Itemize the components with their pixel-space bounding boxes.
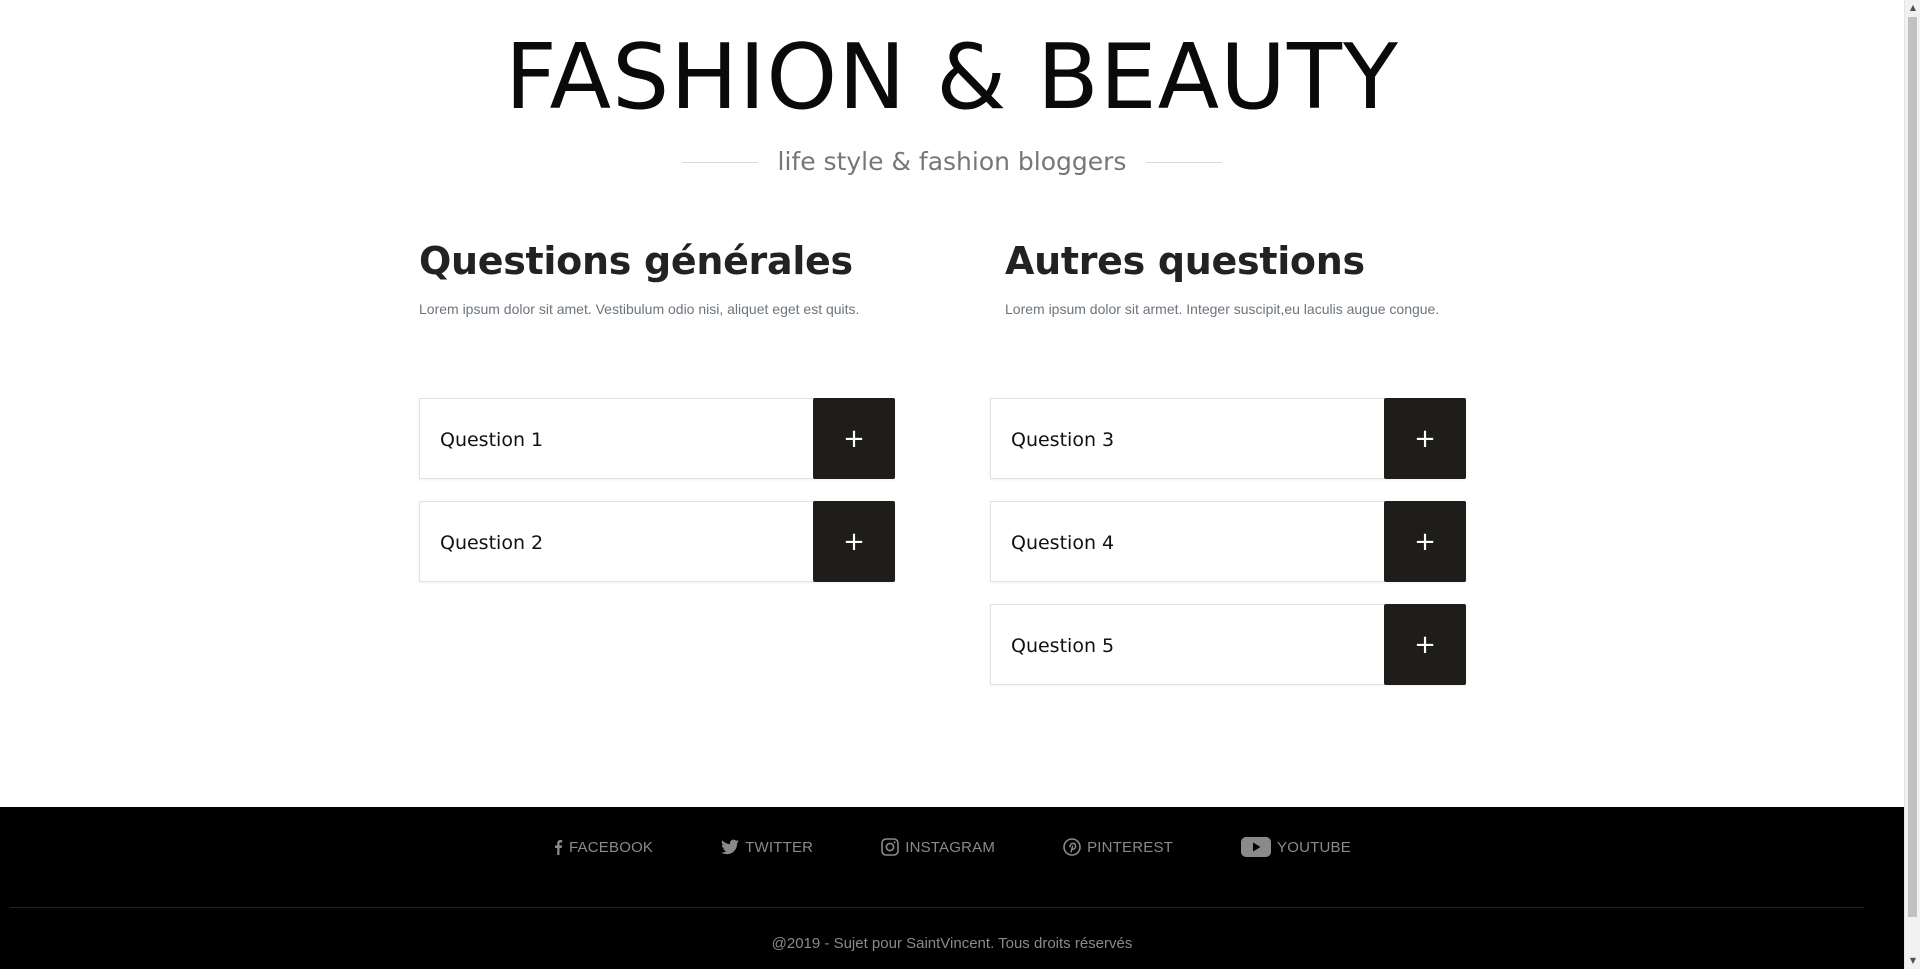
page: FASHION & BEAUTY life style & fashion bl… <box>0 0 1904 969</box>
footer: FACEBOOK TWITTER INSTAGRAM PINTEREST YOU… <box>0 807 1904 969</box>
social-label: PINTEREST <box>1087 838 1174 856</box>
faq-item-question-3[interactable]: Question 3 + <box>990 398 1466 479</box>
site-title: FASHION & BEAUTY <box>505 25 1399 130</box>
faq-question-label: Question 1 <box>440 428 544 451</box>
faq-item-question-5[interactable]: Question 5 + <box>990 604 1466 685</box>
social-link-pinterest[interactable]: PINTEREST <box>1063 837 1173 857</box>
social-label: TWITTER <box>745 838 814 856</box>
section-title: Autres questions <box>1005 239 1365 283</box>
plus-icon: + <box>1414 423 1436 454</box>
social-links: FACEBOOK TWITTER INSTAGRAM PINTEREST YOU… <box>0 837 1904 857</box>
scroll-up-arrow-icon[interactable]: ▲ <box>1905 0 1920 16</box>
youtube-icon <box>1241 837 1272 857</box>
section-title: Questions générales <box>419 239 853 283</box>
social-label: FACEBOOK <box>569 838 654 856</box>
copyright-text: @2019 - Sujet pour SaintVincent. Tous dr… <box>771 935 1133 952</box>
faq-item-question-2[interactable]: Question 2 + <box>419 501 895 582</box>
social-link-youtube[interactable]: YOUTUBE <box>1241 837 1351 857</box>
section-description: Lorem ipsum dolor sit amet. Vestibulum o… <box>419 301 860 317</box>
expand-button[interactable]: + <box>813 501 895 582</box>
plus-icon: + <box>1414 629 1436 660</box>
plus-icon: + <box>843 423 865 454</box>
twitter-icon <box>721 839 740 855</box>
tagline-row: life style & fashion bloggers <box>0 143 1904 181</box>
faq-question-label: Question 3 <box>1011 428 1115 451</box>
expand-button[interactable]: + <box>813 398 895 479</box>
social-link-instagram[interactable]: INSTAGRAM <box>881 837 995 857</box>
section-general-header: Questions générales Lorem ipsum dolor si… <box>419 236 859 318</box>
facebook-icon <box>555 840 563 855</box>
social-link-facebook[interactable]: FACEBOOK <box>553 837 653 857</box>
tagline-divider-left <box>681 161 758 163</box>
tagline-divider-right <box>1146 161 1223 163</box>
expand-button[interactable]: + <box>1384 501 1466 582</box>
scrollbar-thumb[interactable] <box>1908 17 1917 917</box>
pinterest-icon <box>1063 838 1081 856</box>
footer-divider <box>10 907 1864 908</box>
faq-question-label: Question 2 <box>440 531 544 554</box>
faq-question-label: Question 4 <box>1011 531 1115 554</box>
social-label: YOUTUBE <box>1277 838 1351 856</box>
social-label: INSTAGRAM <box>905 838 996 856</box>
faq-question-label: Question 5 <box>1011 634 1115 657</box>
tagline: life style & fashion bloggers <box>777 147 1127 176</box>
faq-item-question-4[interactable]: Question 4 + <box>990 501 1466 582</box>
faq-item-question-1[interactable]: Question 1 + <box>419 398 895 479</box>
expand-button[interactable]: + <box>1384 398 1466 479</box>
section-other-header: Autres questions Lorem ipsum dolor sit a… <box>1005 236 1439 318</box>
expand-button[interactable]: + <box>1384 604 1466 685</box>
scroll-down-arrow-icon[interactable]: ▼ <box>1905 953 1920 969</box>
instagram-icon <box>881 838 900 856</box>
vertical-scrollbar[interactable]: ▲ ▼ <box>1904 0 1920 969</box>
social-link-twitter[interactable]: TWITTER <box>721 837 813 857</box>
section-description: Lorem ipsum dolor sit armet. Integer sus… <box>1005 301 1440 317</box>
plus-icon: + <box>1414 526 1436 557</box>
plus-icon: + <box>843 526 865 557</box>
